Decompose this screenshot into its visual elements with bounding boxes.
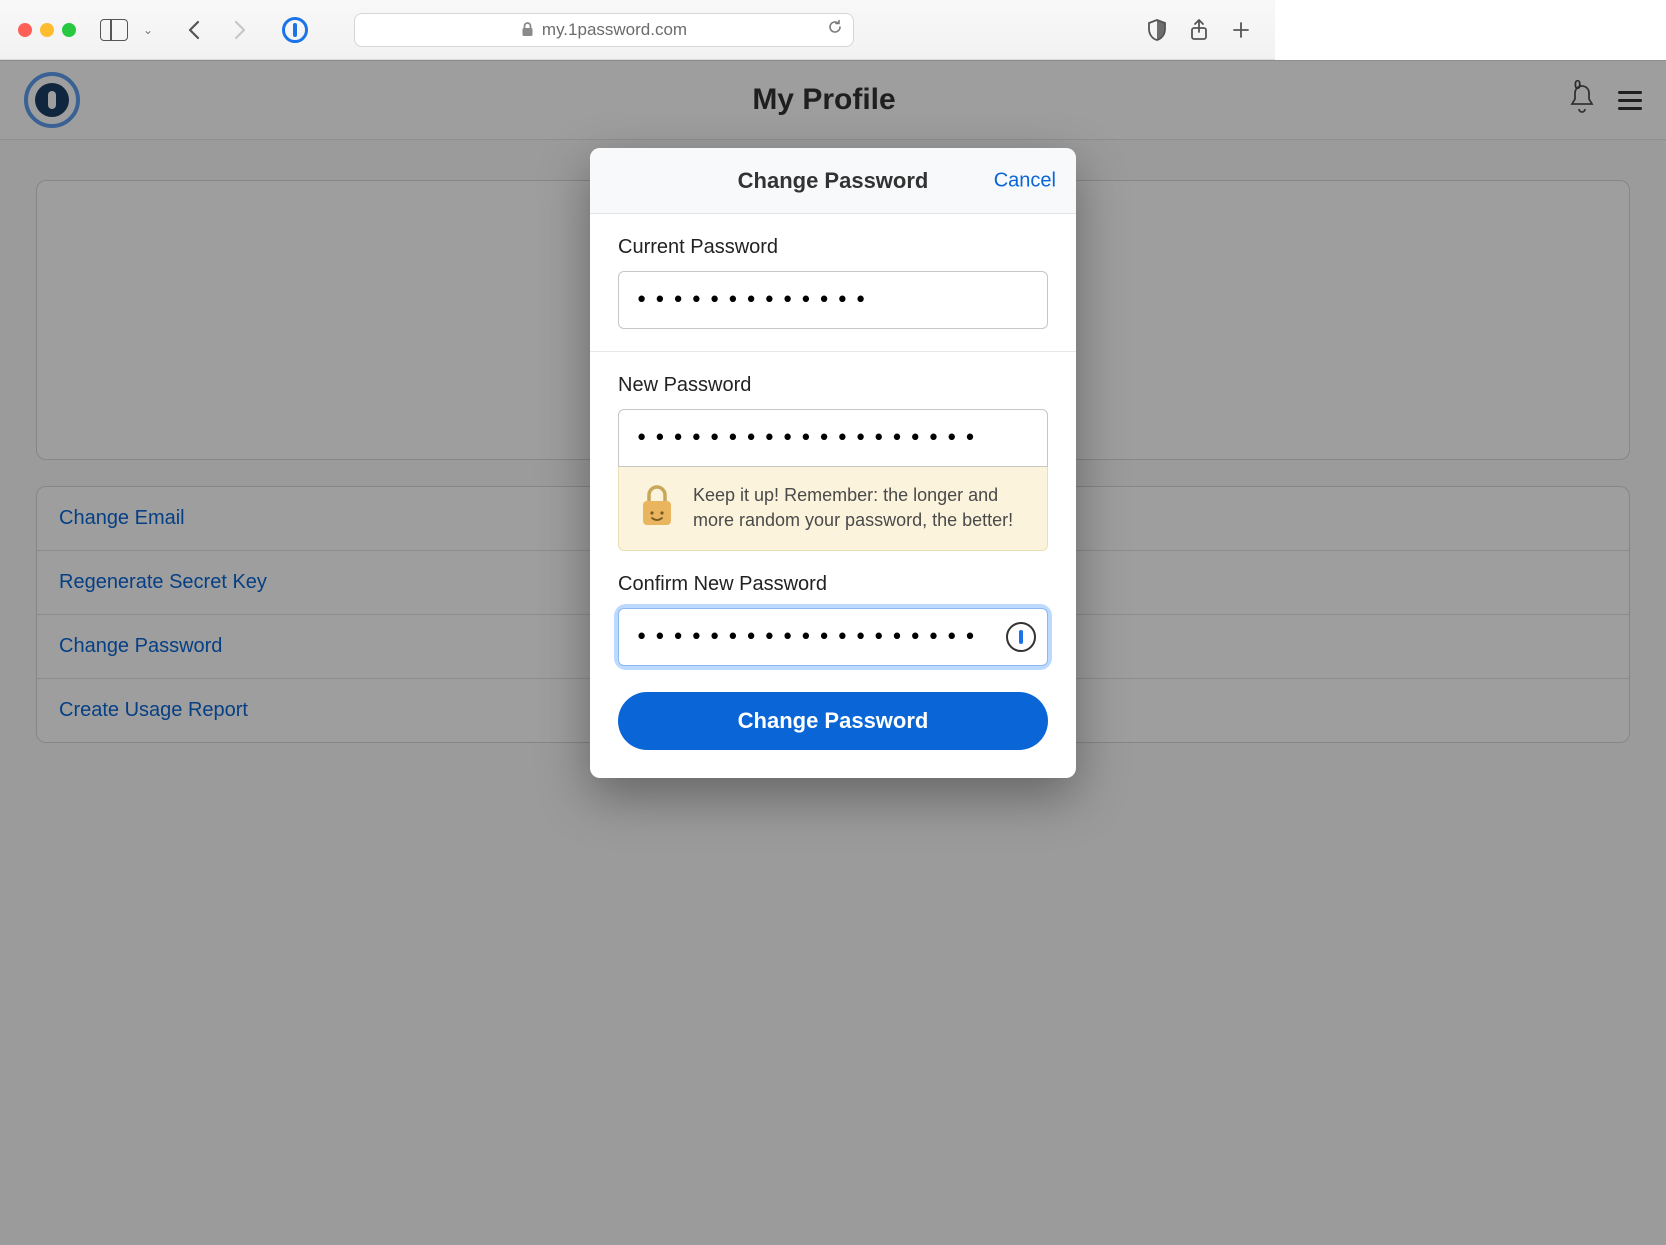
new-password-label: New Password [618,374,1048,397]
confirm-password-label: Confirm New Password [618,573,1048,596]
modal-header: Change Password Cancel [590,148,1076,214]
password-strength-text: Keep it up! Remember: the longer and mor… [693,483,1029,533]
password-strength-hint: Keep it up! Remember: the longer and mor… [618,467,1048,551]
close-window-button[interactable] [18,23,32,37]
1password-inline-icon[interactable] [1006,622,1036,652]
url-text: my.1password.com [542,20,687,40]
modal-title: Change Password [738,168,929,194]
window-controls [18,23,76,37]
padlock-happy-icon [637,483,677,534]
tab-group-dropdown[interactable]: ⌄ [134,16,162,44]
new-tab-button[interactable] [1231,20,1251,40]
new-password-section: New Password Keep it up! Remember: the l… [590,352,1076,778]
back-button[interactable] [180,16,208,44]
share-button[interactable] [1189,18,1209,42]
lock-icon [521,22,534,37]
privacy-shield-icon[interactable] [1147,19,1167,41]
new-password-input[interactable] [618,409,1048,467]
change-password-submit-button[interactable]: Change Password [618,692,1048,750]
browser-toolbar: ⌄ my.1password.com [0,0,1275,60]
current-password-label: Current Password [618,236,1048,259]
reload-button[interactable] [827,19,843,40]
1password-extension-icon[interactable] [282,17,308,43]
current-password-section: Current Password [590,214,1076,352]
maximize-window-button[interactable] [62,23,76,37]
address-bar[interactable]: my.1password.com [354,13,854,47]
forward-button[interactable] [226,16,254,44]
minimize-window-button[interactable] [40,23,54,37]
change-password-modal: Change Password Cancel Current Password … [590,148,1076,778]
confirm-password-input[interactable] [618,608,1048,666]
cancel-button[interactable]: Cancel [994,169,1056,192]
current-password-input[interactable] [618,271,1048,329]
sidebar-toggle-button[interactable] [100,16,128,44]
